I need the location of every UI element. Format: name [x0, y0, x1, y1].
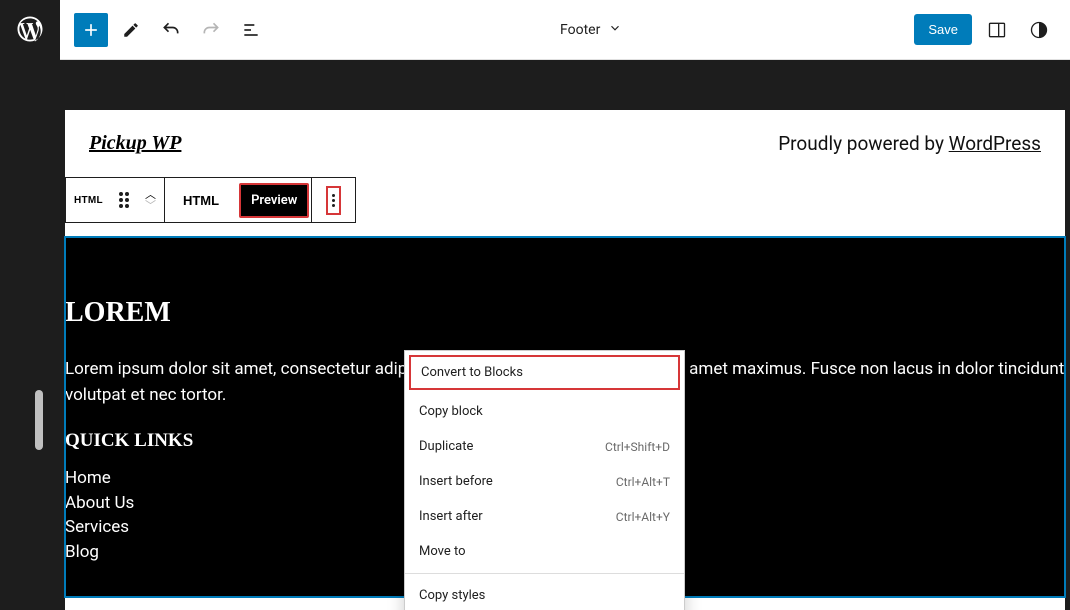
footer-top-row: Pickup WP Proudly powered by WordPress	[65, 110, 1065, 173]
redo-button[interactable]	[194, 13, 228, 47]
wordpress-logo-icon[interactable]	[15, 14, 45, 48]
list-view-button[interactable]	[234, 13, 268, 47]
move-down-icon[interactable]: ﹀	[145, 200, 156, 211]
wordpress-link[interactable]: WordPress	[949, 132, 1041, 155]
edit-tool-button[interactable]	[114, 13, 148, 47]
menu-item-duplicate[interactable]: DuplicateCtrl+Shift+D	[405, 429, 684, 464]
add-block-button[interactable]	[74, 13, 108, 47]
admin-sidebar	[0, 0, 60, 610]
block-heading: LOREM	[65, 297, 1065, 329]
powered-by-text: Proudly powered by WordPress	[778, 132, 1041, 155]
menu-item-convert-to-blocks[interactable]: Convert to Blocks	[409, 355, 680, 390]
editor-canvas: Pickup WP Proudly powered by WordPress H…	[65, 110, 1065, 610]
preview-tab[interactable]: Preview	[239, 183, 309, 218]
html-tab[interactable]: HTML	[165, 178, 237, 222]
menu-item-copy-block[interactable]: Copy block	[405, 394, 684, 429]
undo-button[interactable]	[154, 13, 188, 47]
save-button[interactable]: Save	[914, 14, 972, 45]
menu-item-insert-before[interactable]: Insert beforeCtrl+Alt+T	[405, 464, 684, 499]
editor-top-bar: Footer Save	[60, 0, 1070, 60]
block-options-menu: Convert to Blocks Copy block DuplicateCt…	[404, 350, 685, 610]
menu-item-move-to[interactable]: Move to	[405, 534, 684, 569]
block-type-indicator[interactable]: HTML	[66, 178, 111, 222]
powered-prefix: Proudly powered by	[778, 132, 948, 155]
menu-item-insert-after[interactable]: Insert afterCtrl+Alt+Y	[405, 499, 684, 534]
styles-button[interactable]	[1022, 13, 1056, 47]
drag-handle[interactable]	[111, 178, 137, 222]
chevron-down-icon[interactable]	[608, 20, 622, 39]
menu-item-copy-styles[interactable]: Copy styles	[405, 578, 684, 610]
document-title[interactable]: Footer	[560, 22, 600, 38]
move-arrows[interactable]: ︿﹀	[137, 178, 164, 222]
block-toolbar: HTML ︿﹀ HTML Preview	[65, 177, 1065, 223]
sidebar-toggle-button[interactable]	[980, 13, 1014, 47]
scrollbar-left[interactable]	[35, 390, 43, 450]
site-title-link[interactable]: Pickup WP	[89, 132, 181, 155]
more-options-button[interactable]	[326, 186, 341, 215]
